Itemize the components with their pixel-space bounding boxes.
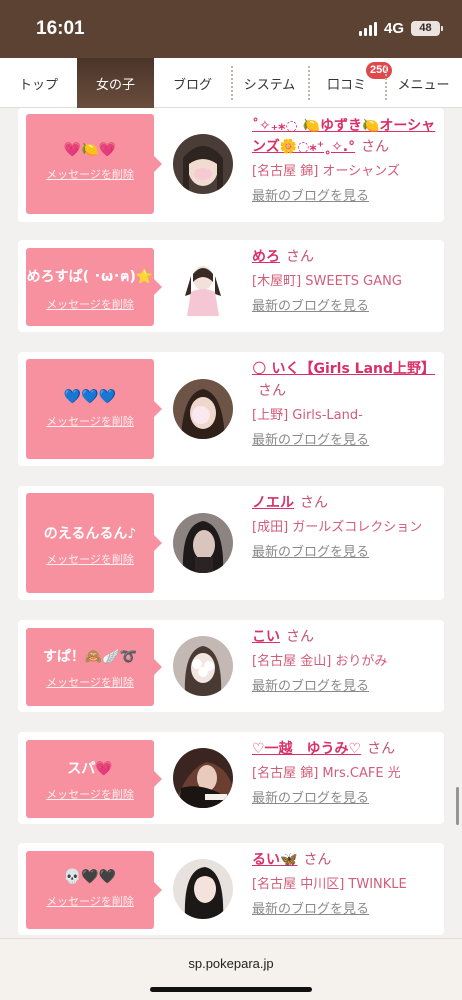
shop-name: [名古屋 金山] おりがみ xyxy=(252,654,388,669)
home-indicator[interactable] xyxy=(150,987,312,992)
girl-name-link[interactable]: めろ xyxy=(252,249,280,265)
honorific: さん xyxy=(258,383,286,399)
shop-name: [上野] Girls-Land- xyxy=(252,408,363,423)
delete-message-link[interactable]: メッセージを削除 xyxy=(46,786,134,802)
honorific: さん xyxy=(286,629,314,645)
message-text: のえるんるん♪ xyxy=(43,526,137,542)
latest-blog-link[interactable]: 最新のブログを見る xyxy=(252,678,438,696)
message-text: めろすぱ( ･ω･ฅ)⭐ xyxy=(26,269,154,285)
tab-label: システム xyxy=(243,77,296,93)
latest-blog-link[interactable]: 最新のブログを見る xyxy=(252,790,438,808)
latest-blog-link[interactable]: 最新のブログを見る xyxy=(252,901,438,919)
girl-name-link[interactable]: るい🦋 xyxy=(252,852,297,868)
battery-icon: 48 xyxy=(411,21,443,36)
message-text: すぱ！🙈🪽➰ xyxy=(42,649,138,665)
girl-card: のえるんるん♪ メッセージを削除 ノエル さん [成田] ガールズコレクション 最… xyxy=(18,486,444,600)
nav-tabs: トップ 女の子 ブログ システム 口コミ 250 メニュー xyxy=(0,58,462,108)
network-label: 4G xyxy=(383,20,404,37)
girl-info: ♡一越 ゆうみ♡ さん [名古屋 錦] Mrs.CAFE 光 最新のブログを見る xyxy=(252,738,438,808)
tab-system[interactable]: システム xyxy=(231,58,308,108)
honorific: さん xyxy=(361,139,390,155)
tab-label: 女の子 xyxy=(95,77,135,93)
shop-name: [成田] ガールズコレクション xyxy=(252,520,423,535)
shop-name: [木屋町] SWEETS GANG xyxy=(252,274,402,289)
girl-card: 💙💙💙 メッセージを削除 🌕 いく【Girls Land上野】さん [上野] G… xyxy=(18,352,444,466)
shop-name: [名古屋 中川区] TWINKLE xyxy=(252,877,407,892)
shop-name: [名古屋 錦] オーシャンズ xyxy=(252,164,400,179)
status-time: 16:01 xyxy=(36,18,85,39)
latest-blog-link[interactable]: 最新のブログを見る xyxy=(252,432,438,450)
girl-name-link[interactable]: ♡一越 ゆうみ♡ xyxy=(252,741,361,757)
delete-message-link[interactable]: メッセージを削除 xyxy=(46,674,134,690)
avatar[interactable] xyxy=(173,636,233,696)
tab-girls[interactable]: 女の子 xyxy=(77,58,154,108)
delete-message-link[interactable]: メッセージを削除 xyxy=(46,413,134,429)
girl-card: めろすぱ( ･ω･ฅ)⭐ メッセージを削除 めろ さん [木屋町] SWEETS … xyxy=(18,240,444,332)
message-bubble: 💀🖤🖤 メッセージを削除 xyxy=(26,851,162,929)
avatar[interactable] xyxy=(173,256,233,316)
girl-name-link[interactable]: ノエル xyxy=(252,495,294,511)
browser-url-bar[interactable]: sp.pokepara.jp xyxy=(0,938,462,1000)
honorific: さん xyxy=(286,249,314,265)
honorific: さん xyxy=(300,495,328,511)
message-bubble: めろすぱ( ･ω･ฅ)⭐ メッセージを削除 xyxy=(26,248,162,326)
girl-name-link[interactable]: こい xyxy=(252,629,280,645)
message-text: スパ💗 xyxy=(67,761,113,777)
avatar[interactable] xyxy=(173,748,233,808)
signal-icon xyxy=(358,21,377,36)
honorific: さん xyxy=(367,741,396,757)
tab-menu[interactable]: メニュー xyxy=(385,58,462,108)
message-bubble: 💗🍋💗 メッセージを削除 xyxy=(26,114,162,214)
delete-message-link[interactable]: メッセージを削除 xyxy=(46,893,134,909)
avatar[interactable] xyxy=(173,379,233,439)
message-text: 💀🖤🖤 xyxy=(63,869,117,885)
tab-top[interactable]: トップ xyxy=(0,58,77,108)
tab-label: 口コミ xyxy=(326,77,366,93)
latest-blog-link[interactable]: 最新のブログを見る xyxy=(252,298,438,316)
delete-message-link[interactable]: メッセージを削除 xyxy=(46,551,134,567)
message-bubble: すぱ！🙈🪽➰ メッセージを削除 xyxy=(26,628,162,706)
tab-label: メニュー xyxy=(397,77,450,93)
delete-message-link[interactable]: メッセージを削除 xyxy=(46,166,134,182)
status-bar: 16:01 4G 48 xyxy=(0,0,462,58)
girl-card: スパ💗 メッセージを削除 ♡一越 ゆうみ♡ さん [名古屋 錦] Mrs.CAFE… xyxy=(18,732,444,824)
girl-info: るい🦋 さん [名古屋 中川区] TWINKLE 最新のブログを見る xyxy=(252,849,438,919)
girl-info: ˚✧₊⁎◌ 🍋ゆずき🍋オーシャンズ🌼◌⁎⁺˳✧.° さん [名古屋 錦] オーシャ… xyxy=(252,116,438,206)
latest-blog-link[interactable]: 最新のブログを見る xyxy=(252,188,438,206)
girl-name-link[interactable]: 🌕 いく【Girls Land上野】 xyxy=(252,361,435,377)
tab-label: ブログ xyxy=(172,77,212,93)
message-bubble: 💙💙💙 メッセージを削除 xyxy=(26,359,162,459)
girl-info: ノエル さん [成田] ガールズコレクション 最新のブログを見る xyxy=(252,492,438,562)
girl-name-link[interactable]: ˚✧₊⁎◌ 🍋ゆずき🍋オーシャンズ🌼◌⁎⁺˳✧.° xyxy=(252,118,435,155)
tab-reviews[interactable]: 口コミ 250 xyxy=(308,58,393,108)
girl-info: こい さん [名古屋 金山] おりがみ 最新のブログを見る xyxy=(252,626,438,696)
girl-info: 🌕 いく【Girls Land上野】さん [上野] Girls-Land- 最新… xyxy=(252,358,438,450)
girl-card: 💀🖤🖤 メッセージを削除 るい🦋 さん [名古屋 中川区] TWINKLE 最新の… xyxy=(18,843,444,935)
delete-message-link[interactable]: メッセージを削除 xyxy=(46,296,134,312)
message-text: 💙💙💙 xyxy=(63,389,117,405)
girl-info: めろ さん [木屋町] SWEETS GANG 最新のブログを見る xyxy=(252,246,438,316)
status-icons: 4G 48 xyxy=(358,20,443,37)
avatar[interactable] xyxy=(173,513,233,573)
avatar[interactable] xyxy=(173,134,233,194)
url-text: sp.pokepara.jp xyxy=(188,956,274,971)
latest-blog-link[interactable]: 最新のブログを見る xyxy=(252,544,438,562)
shop-name: [名古屋 錦] Mrs.CAFE 光 xyxy=(252,766,401,781)
girl-card: すぱ！🙈🪽➰ メッセージを削除 こい さん [名古屋 金山] おりがみ 最新のブロ… xyxy=(18,620,444,712)
girl-card: 💗🍋💗 メッセージを削除 ˚✧₊⁎◌ 🍋ゆずき🍋オーシャンズ🌼◌⁎⁺˳✧.° さん… xyxy=(18,108,444,222)
tab-label: トップ xyxy=(18,77,58,93)
avatar[interactable] xyxy=(173,859,233,919)
honorific: さん xyxy=(303,852,332,868)
tab-blog[interactable]: ブログ xyxy=(154,58,231,108)
message-bubble: スパ💗 メッセージを削除 xyxy=(26,740,162,818)
scrollbar-thumb[interactable] xyxy=(456,787,459,825)
message-text: 💗🍋💗 xyxy=(63,142,117,158)
message-bubble: のえるんるん♪ メッセージを削除 xyxy=(26,493,162,593)
